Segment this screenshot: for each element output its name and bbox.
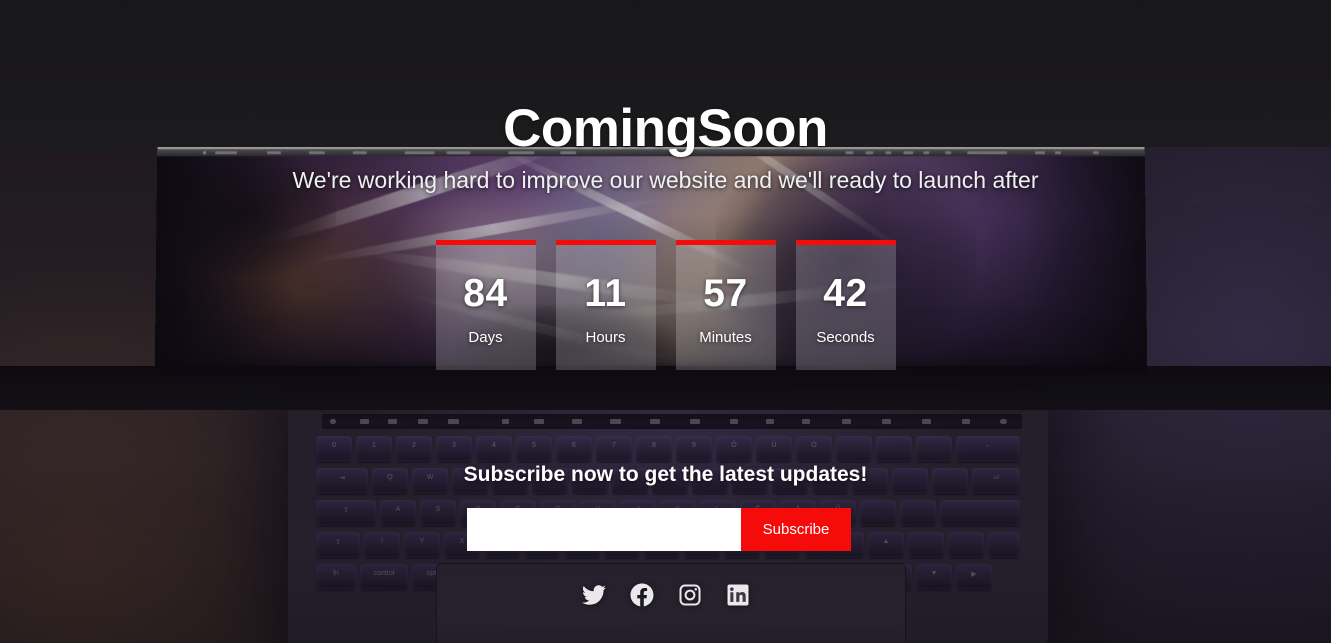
page-content: ComingSoon We're working hard to improve… <box>0 0 1331 643</box>
countdown-label-minutes: Minutes <box>699 329 752 346</box>
countdown-box-seconds: 42 Seconds <box>795 240 896 370</box>
linkedin-link[interactable] <box>726 583 750 607</box>
countdown-label-seconds: Seconds <box>816 329 875 346</box>
subscribe-heading: Subscribe now to get the latest updates! <box>463 463 868 486</box>
instagram-icon <box>678 583 702 607</box>
social-links <box>0 583 1331 607</box>
countdown-label-hours: Hours <box>585 329 626 346</box>
countdown-box-days: 84 Days <box>435 240 536 370</box>
facebook-icon <box>630 583 654 607</box>
page-subtitle: We're working hard to improve our websit… <box>292 167 1039 193</box>
countdown-timer: 84 Days 11 Hours 57 Minutes 42 Seconds <box>0 240 1331 370</box>
countdown-accent-bar <box>795 240 896 245</box>
countdown-value-minutes: 57 <box>703 272 748 315</box>
coming-soon-page: 0 1 2 3 4 5 6 7 8 9 Ö Ü Ó ← ⇥ Q <box>0 0 1331 643</box>
linkedin-icon <box>726 583 750 607</box>
countdown-value-seconds: 42 <box>823 272 868 315</box>
countdown-accent-bar <box>555 240 656 245</box>
countdown-box-hours: 11 Hours <box>555 240 656 370</box>
countdown-accent-bar <box>435 240 536 245</box>
facebook-link[interactable] <box>630 583 654 607</box>
page-title: ComingSoon <box>503 99 828 158</box>
twitter-link[interactable] <box>581 583 606 607</box>
countdown-label-days: Days <box>468 329 503 346</box>
subscribe-button[interactable]: Subscribe <box>741 508 851 551</box>
countdown-value-hours: 11 <box>584 272 627 315</box>
subscribe-form: Subscribe <box>467 508 851 551</box>
email-input[interactable] <box>467 508 741 551</box>
instagram-link[interactable] <box>678 583 702 607</box>
countdown-box-minutes: 57 Minutes <box>675 240 776 370</box>
countdown-value-days: 84 <box>463 272 508 315</box>
twitter-icon <box>581 583 606 607</box>
countdown-accent-bar <box>675 240 776 245</box>
